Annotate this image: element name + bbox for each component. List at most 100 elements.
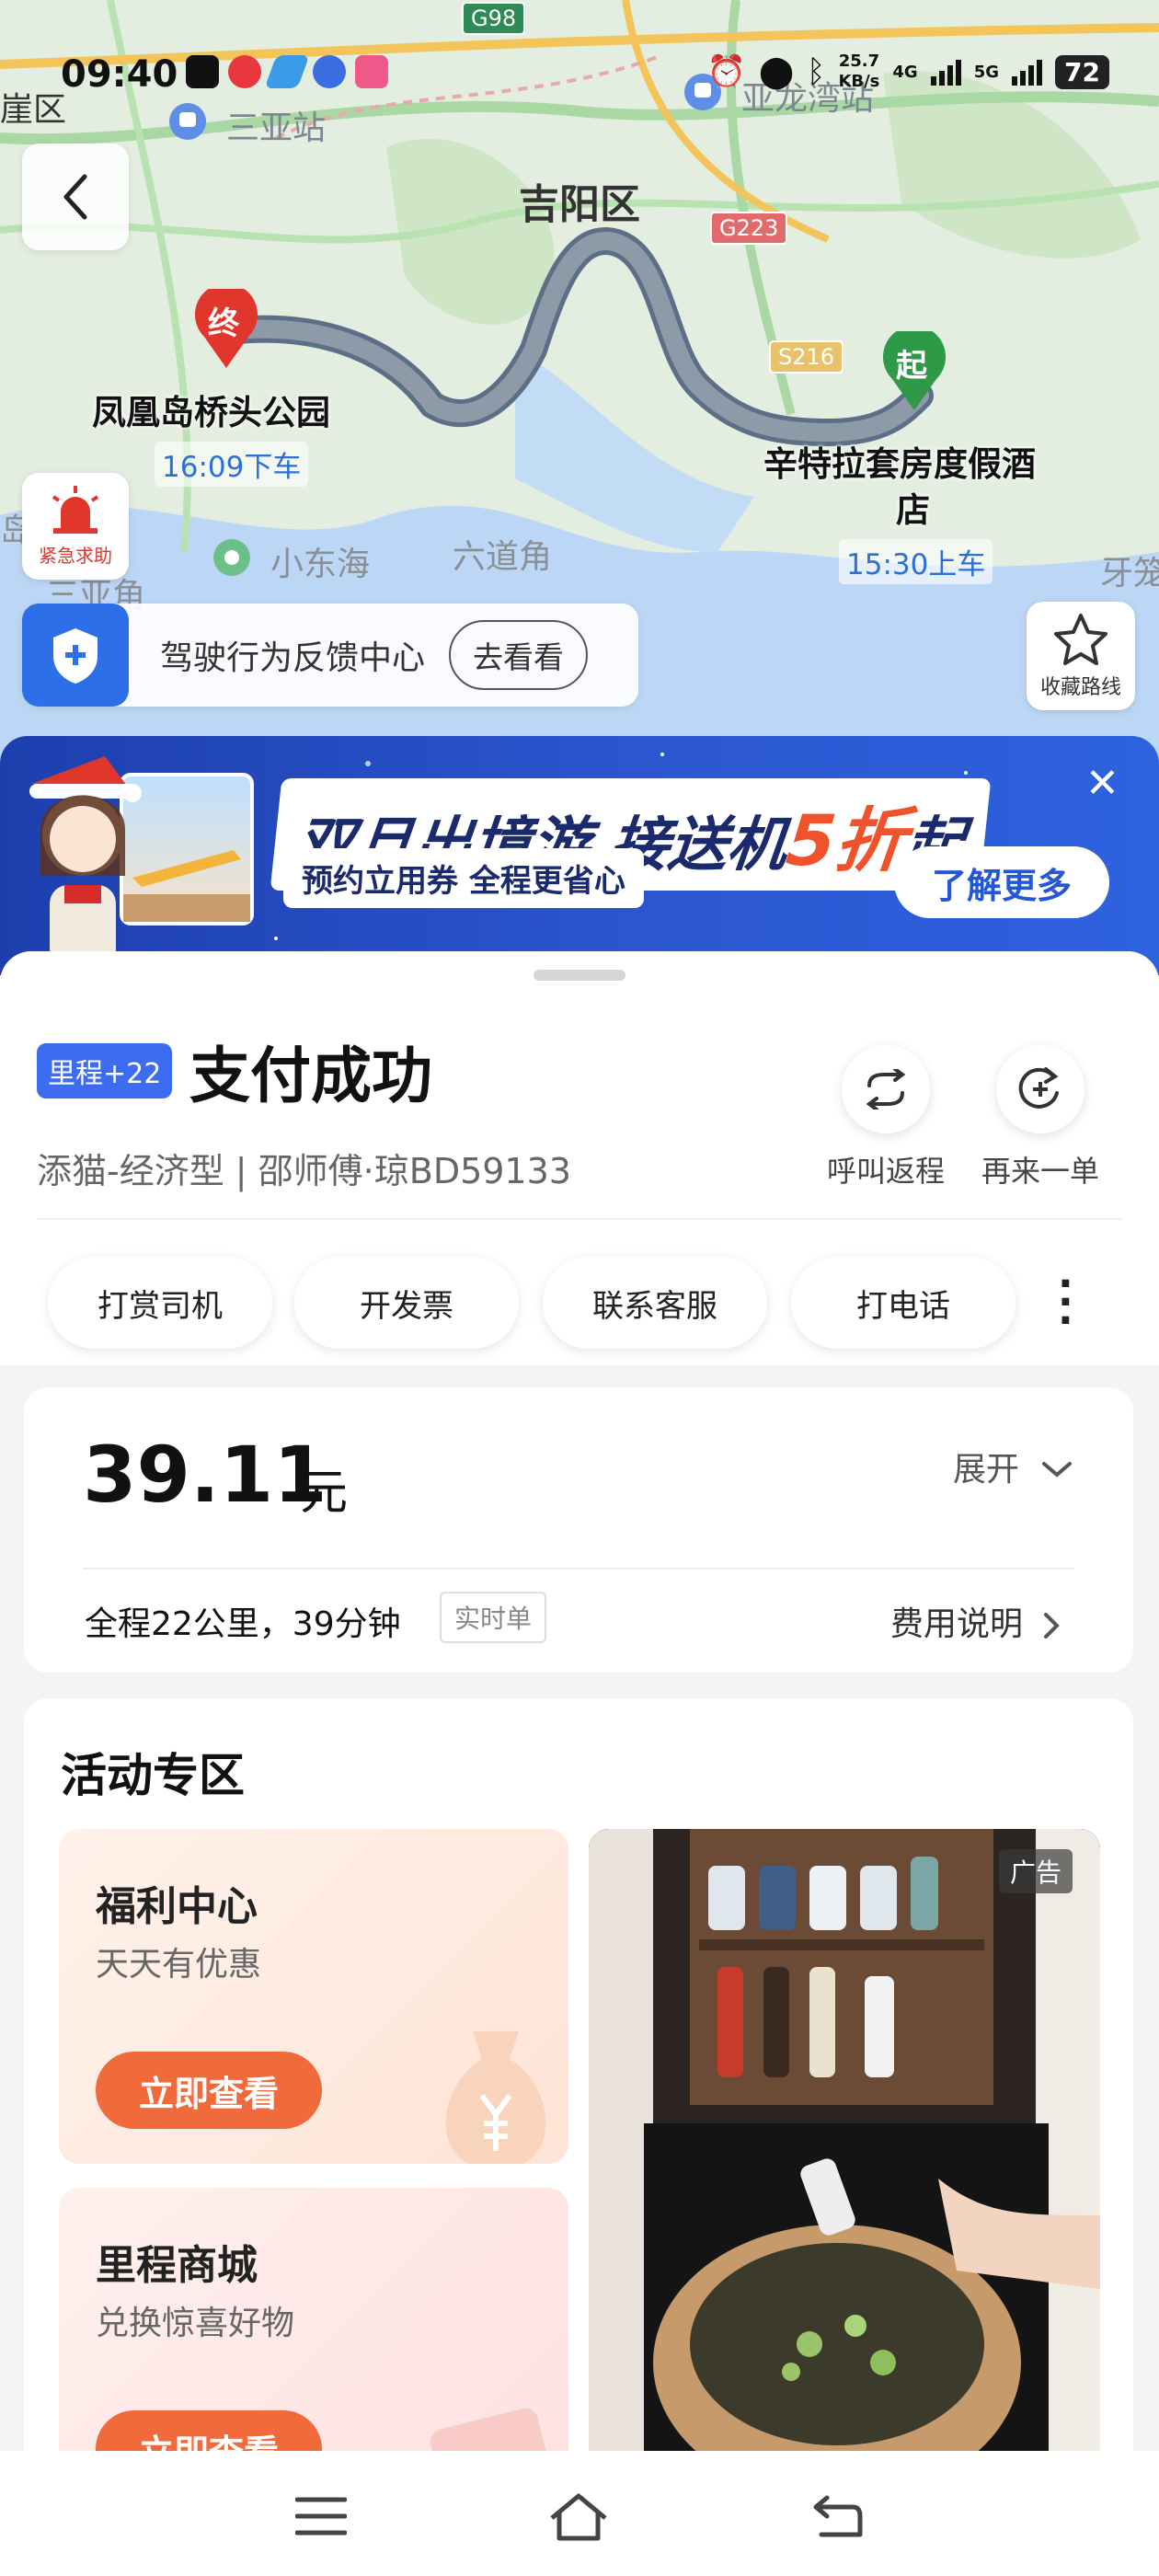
order-again-label: 再来一单: [981, 1154, 1099, 1189]
system-nav-bar: [0, 2451, 1159, 2576]
money-bag-icon: [445, 2031, 546, 2164]
map-view[interactable]: 崖区 三亚站 亚龙湾站 吉阳区 小东海 六道角 三亚角 牙笼 岛 G98 G22…: [0, 0, 1159, 764]
fee-description-label: 费用说明: [890, 1605, 1024, 1643]
driving-feedback-bar[interactable]: 驾驶行为反馈中心 去看看: [22, 604, 638, 707]
divider: [37, 1218, 1122, 1220]
network-speed: 25.7 KB/s: [838, 52, 879, 92]
back-nav-icon[interactable]: [806, 2484, 870, 2548]
back-button[interactable]: [22, 144, 129, 250]
advertisement-video[interactable]: 广告: [589, 1829, 1100, 2451]
feedback-text: 驾驶行为反馈中心: [160, 639, 426, 677]
banner-title-highlight: 5折: [782, 799, 911, 881]
dropoff-time: 16:09下车: [155, 442, 309, 487]
customer-service-button[interactable]: 联系客服: [543, 1257, 767, 1349]
status-time: 09:40: [61, 53, 178, 96]
map-label-jiyang: 吉阳区: [519, 181, 640, 228]
bluetooth-icon: ᛒ: [807, 53, 826, 90]
video-app-icon: [355, 55, 388, 88]
quick-actions: 打赏司机 开发票 联系客服 打电话 · · ·: [0, 1227, 1159, 1365]
origin-name-line1: 辛特拉套房度假酒: [763, 444, 1036, 484]
fee-description-link[interactable]: 费用说明: [890, 1597, 1062, 1645]
map-label-liudaojiao: 六道角: [453, 538, 553, 576]
fare-amount: 39.11: [83, 1430, 327, 1520]
ad-cooking-image: [589, 1829, 1100, 2451]
mileage-badge: 里程+22: [37, 1043, 173, 1098]
network-speed-value: 25.7: [838, 52, 880, 71]
status-indicators: ⏰ ⬤ ᛒ 25.7 KB/s 4G 5G 72: [707, 52, 1109, 92]
road-badge-g223: G223: [710, 212, 788, 245]
signal-icon: [930, 58, 961, 86]
favorite-route-label: 收藏路线: [1039, 676, 1121, 699]
poi-icon: [213, 539, 250, 576]
swap-icon: [842, 1045, 930, 1133]
map-label-area-right: 牙笼: [1100, 555, 1159, 592]
network-type-2: 5G: [973, 62, 1000, 82]
siren-icon: [52, 485, 99, 534]
order-header: 里程+22 支付成功 添猫-经济型 | 邵师傅·琼BD59133 呼叫返程 再来…: [0, 951, 1159, 1227]
origin-name-line2: 店: [896, 490, 930, 530]
music-app-icon: [186, 55, 219, 88]
status-bar: 09:40 ⏰ ⬤ ᛒ 25.7 KB/s 4G 5G 72: [0, 37, 1159, 110]
call-return-trip-button[interactable]: 呼叫返程: [817, 1045, 955, 1190]
start-marker[interactable]: 起: [879, 325, 949, 414]
banner-subtitle: 预约立用券 全程更省心: [283, 848, 644, 908]
activity-section: 活动专区 福利中心 天天有优惠 立即查看 里程商城 兑换惊喜好物 立即查看: [24, 1698, 1133, 2451]
pickup-time: 15:30上车: [839, 539, 993, 584]
coupon-icon: [430, 2408, 553, 2451]
home-icon[interactable]: [546, 2484, 611, 2548]
welfare-center-subtitle: 天天有优惠: [96, 1946, 262, 1984]
notification-icons: [186, 55, 388, 88]
expand-label: 展开: [953, 1451, 1020, 1489]
drag-handle[interactable]: [534, 970, 625, 981]
trip-summary: 全程22公里，39分钟: [85, 1605, 401, 1643]
emergency-help-button[interactable]: 紧急求助: [22, 473, 129, 580]
ad-tag: 广告: [998, 1849, 1073, 1893]
fare-card: 39.11 元 展开 全程22公里，39分钟 实时单 费用说明: [24, 1387, 1133, 1673]
more-vertical-icon[interactable]: · · ·: [1058, 1264, 1073, 1341]
map-label-xiaodonghai: 小东海: [270, 546, 371, 583]
girl-mascot-illustration: [29, 756, 142, 968]
send-icon: [264, 55, 310, 88]
chevron-left-icon: [63, 174, 87, 220]
start-marker-label: 起: [896, 348, 927, 385]
activity-title: 活动专区: [61, 1749, 245, 1802]
end-marker[interactable]: 终: [191, 282, 261, 372]
learn-more-button[interactable]: 了解更多: [894, 846, 1109, 918]
end-marker-label: 终: [208, 305, 239, 342]
shield-icon: [22, 604, 129, 707]
fare-unit: 元: [300, 1466, 349, 1521]
network-type-1: 4G: [892, 62, 918, 82]
welfare-center-tile[interactable]: 福利中心 天天有优惠 立即查看: [59, 1829, 568, 2164]
star-icon: [1054, 614, 1107, 665]
location-icon: ⬤: [758, 53, 795, 90]
alarm-icon: ⏰: [706, 53, 746, 90]
mileage-mall-view-button[interactable]: 立即查看: [96, 2410, 322, 2451]
signal-icon: [1012, 58, 1043, 86]
call-return-trip-label: 呼叫返程: [826, 1154, 945, 1189]
order-sheet: 里程+22 支付成功 添猫-经济型 | 邵师傅·琼BD59133 呼叫返程 再来…: [0, 951, 1159, 2451]
chevron-right-icon: [1044, 1613, 1061, 1639]
mileage-mall-tile[interactable]: 里程商城 兑换惊喜好物 立即查看: [59, 2188, 568, 2451]
invoice-button[interactable]: 开发票: [294, 1257, 519, 1349]
favorite-route-button[interactable]: 收藏路线: [1027, 602, 1135, 710]
close-icon[interactable]: ✕: [1085, 760, 1119, 807]
emergency-help-label: 紧急求助: [39, 544, 112, 567]
welfare-center-view-button[interactable]: 立即查看: [96, 2052, 322, 2129]
trip-type-tag: 实时单: [440, 1592, 547, 1643]
mileage-mall-title: 里程商城: [96, 2242, 258, 2289]
browser-icon: [313, 55, 346, 88]
order-again-button[interactable]: 再来一单: [971, 1045, 1109, 1190]
chevron-down-icon: [1042, 1462, 1073, 1478]
expand-button[interactable]: 展开: [953, 1443, 1075, 1490]
call-button[interactable]: 打电话: [791, 1257, 1016, 1349]
promo-banner[interactable]: 双旦出境游 接送机5折起 预约立用券 全程更省心 了解更多 ✕: [0, 736, 1159, 975]
menu-icon[interactable]: [289, 2484, 353, 2548]
payment-status-title: 支付成功: [189, 1041, 432, 1111]
road-badge-g98: G98: [462, 2, 526, 35]
feedback-go-button[interactable]: 去看看: [449, 620, 589, 690]
road-badge-s216: S216: [769, 340, 844, 374]
tip-driver-button[interactable]: 打赏司机: [48, 1257, 272, 1349]
battery-level: 72: [1055, 54, 1109, 89]
destination-name: 凤凰岛桥头公园: [92, 393, 330, 432]
welfare-center-title: 福利中心: [96, 1883, 258, 1930]
